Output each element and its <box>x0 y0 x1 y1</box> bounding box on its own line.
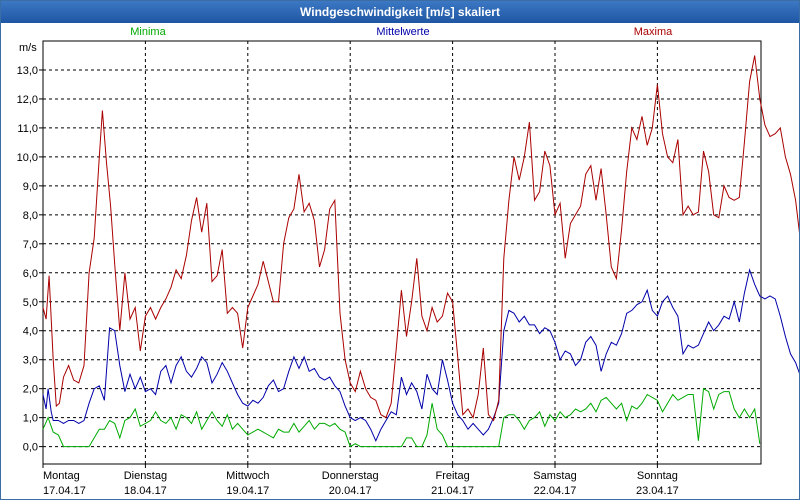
y-tick-label: 3,0 <box>23 355 38 367</box>
y-tick-label: 9,0 <box>23 181 38 193</box>
chart-area: 0,0 1,0 2,0 3,0 4,0 5,0 6,0 7,0 8,0 9,0 10,0 11,0 12… <box>1 23 800 499</box>
legend-entry-minima: Minima <box>130 26 166 38</box>
y-tick-label: 7,0 <box>23 239 38 251</box>
y-axis-label: m/s <box>19 42 37 54</box>
y-tick-label: 10,0 <box>17 152 38 164</box>
plot-frame <box>42 40 762 465</box>
window-title: Windgeschwindigkeit [m/s] skaliert <box>1 1 799 23</box>
y-tick-label: 13,0 <box>17 65 38 77</box>
y-tick-label: 6,0 <box>23 268 38 280</box>
wind-speed-chart: 0,0 1,0 2,0 3,0 4,0 5,0 6,0 7,0 8,0 9,0 10,0 11,0 12… <box>17 26 800 497</box>
y-tick-label: 1,0 <box>23 413 38 425</box>
x-tick-date-label: 17.04.17 <box>43 485 86 497</box>
x-tick-day-label: Sonntag <box>637 470 678 482</box>
x-tick-day-label: Dienstag <box>124 470 167 482</box>
chart-window: Windgeschwindigkeit [m/s] skaliert 0,0 1,… <box>0 0 800 500</box>
y-tick-label: 2,0 <box>23 384 38 396</box>
x-tick-day-label: Freitag <box>435 470 469 482</box>
x-tick-date-label: 19.04.17 <box>226 485 269 497</box>
y-tick-label: 0,0 <box>23 442 38 454</box>
y-tick-label: 5,0 <box>23 297 38 309</box>
x-tick-date-label: 18.04.17 <box>124 485 167 497</box>
x-tick-date-label: 23.04.17 <box>636 485 679 497</box>
y-tick-label: 12,0 <box>17 94 38 106</box>
x-tick-date-label: 21.04.17 <box>431 485 474 497</box>
x-tick-day-label: Donnerstag <box>322 470 379 482</box>
y-tick-label: 4,0 <box>23 326 38 338</box>
legend-entry-maxima: Maxima <box>634 26 673 38</box>
x-tick-date-label: 20.04.17 <box>329 485 372 497</box>
y-tick-label: 8,0 <box>23 210 38 222</box>
x-tick-day-label: Mittwoch <box>226 470 269 482</box>
x-tick-day-label: Samstag <box>533 470 576 482</box>
legend-entry-mittelwerte: Mittelwerte <box>376 26 429 38</box>
x-tick-date-label: 22.04.17 <box>534 485 577 497</box>
y-tick-label: 11,0 <box>17 123 38 135</box>
x-tick-day-label: Montag <box>43 470 80 482</box>
